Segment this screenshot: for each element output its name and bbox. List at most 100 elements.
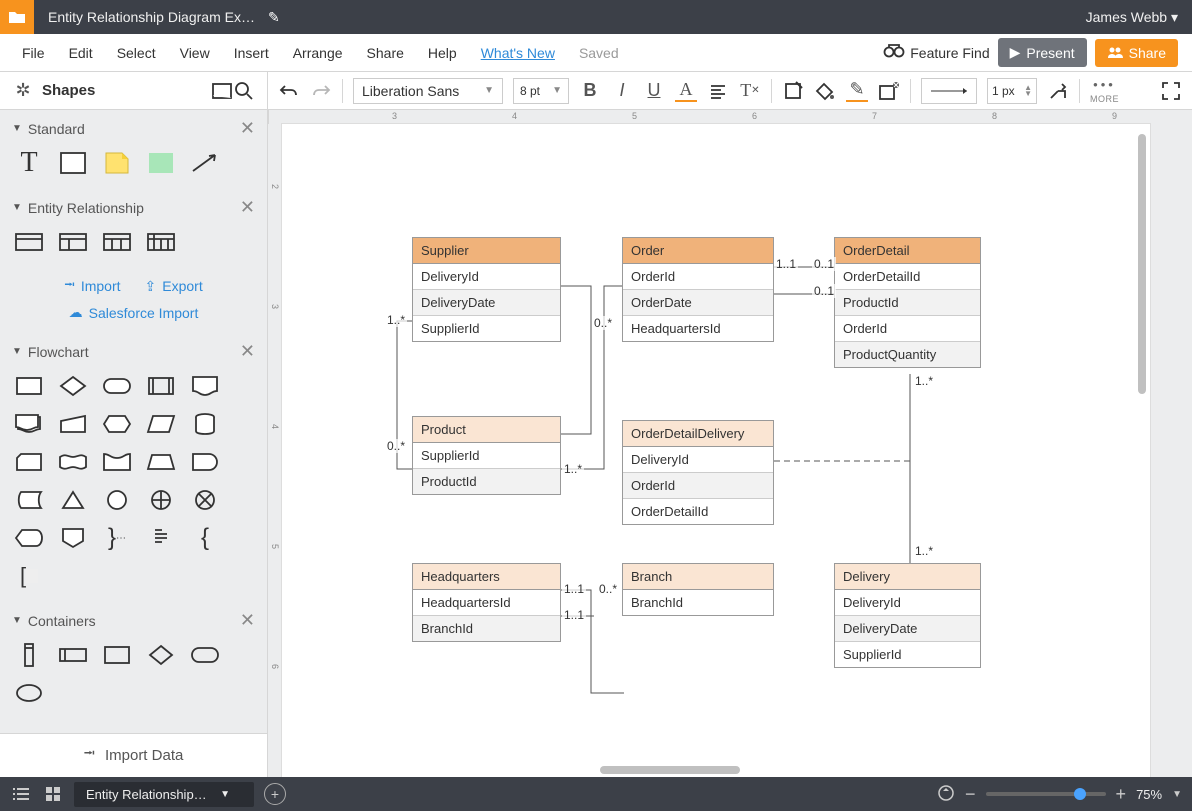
fc-input[interactable] — [58, 412, 88, 436]
cont-2[interactable] — [58, 643, 88, 667]
fc-terminator[interactable] — [102, 374, 132, 398]
canvas[interactable]: Supplier DeliveryId DeliveryDate Supplie… — [282, 124, 1150, 777]
gear-icon[interactable]: ✲ — [12, 80, 34, 102]
line-width-select[interactable]: 1 px▲▼ — [987, 78, 1037, 104]
entity-product[interactable]: Product SupplierId ProductId — [412, 416, 561, 495]
er-shape-1[interactable] — [14, 230, 44, 254]
fullscreen-icon[interactable] — [1160, 80, 1182, 102]
fc-card[interactable] — [14, 450, 44, 474]
close-icon[interactable]: ✕ — [240, 197, 255, 218]
fc-brace-r[interactable]: }⋯ — [102, 526, 132, 550]
er-shape-3[interactable] — [102, 230, 132, 254]
er-shape-2[interactable] — [58, 230, 88, 254]
menu-insert[interactable]: Insert — [226, 39, 277, 67]
menu-select[interactable]: Select — [109, 39, 164, 67]
zoom-in-icon[interactable]: + — [1116, 784, 1127, 805]
import-link[interactable]: ⭲Import — [64, 274, 120, 298]
image-icon[interactable] — [211, 80, 233, 102]
cont-6[interactable] — [14, 681, 44, 705]
fc-doc[interactable] — [190, 374, 220, 398]
fc-circle[interactable] — [102, 488, 132, 512]
close-icon[interactable]: ✕ — [240, 341, 255, 362]
font-family-select[interactable]: Liberation Sans▼ — [353, 78, 503, 104]
fc-note[interactable] — [146, 526, 176, 550]
close-icon[interactable]: ✕ — [240, 118, 255, 139]
more-button[interactable]: ••• MORE — [1090, 77, 1119, 104]
line-style-select[interactable] — [921, 78, 977, 104]
fc-offpage[interactable] — [58, 526, 88, 550]
cont-1[interactable] — [14, 643, 44, 667]
fc-diamond[interactable] — [58, 374, 88, 398]
undo-icon[interactable] — [278, 80, 300, 102]
text-shape[interactable]: T — [14, 151, 44, 175]
note-shape[interactable] — [102, 151, 132, 175]
zoom-slider[interactable] — [986, 792, 1106, 796]
menu-help[interactable]: Help — [420, 39, 465, 67]
fc-tape[interactable] — [58, 450, 88, 474]
fc-sumjunc[interactable] — [146, 488, 176, 512]
fc-stored[interactable] — [14, 488, 44, 512]
fc-brace-l[interactable]: { — [190, 526, 220, 550]
scrollbar-horizontal[interactable] — [300, 766, 1100, 774]
block-shape[interactable] — [146, 151, 176, 175]
connector-icon[interactable] — [1047, 80, 1069, 102]
entity-orderdetaildelivery[interactable]: OrderDetailDelivery DeliveryId OrderId O… — [622, 420, 774, 525]
menu-whats-new[interactable]: What's New — [473, 39, 563, 67]
cont-4[interactable] — [146, 643, 176, 667]
entity-headquarters[interactable]: Headquarters HeadquartersId BranchId — [412, 563, 561, 642]
fc-para[interactable] — [146, 412, 176, 436]
scrollbar-vertical[interactable] — [1138, 134, 1146, 769]
add-page-button[interactable]: + — [264, 783, 286, 805]
export-link[interactable]: ⇪Export — [145, 274, 203, 298]
text-color-icon[interactable]: A — [675, 80, 697, 102]
arrow-shape[interactable] — [190, 151, 220, 175]
fc-display[interactable] — [14, 526, 44, 550]
menu-arrange[interactable]: Arrange — [285, 39, 351, 67]
menu-edit[interactable]: Edit — [61, 39, 101, 67]
entity-branch[interactable]: Branch BranchId — [622, 563, 774, 616]
line-color-icon[interactable]: ✎ — [846, 80, 868, 102]
fill-icon[interactable] — [814, 80, 836, 102]
document-title[interactable]: Entity Relationship Diagram Exa… — [48, 9, 258, 25]
entity-delivery[interactable]: Delivery DeliveryId DeliveryDate Supplie… — [834, 563, 981, 668]
list-view-icon[interactable] — [10, 783, 32, 805]
entity-orderdetail[interactable]: OrderDetail OrderDetailId ProductId Orde… — [834, 237, 981, 368]
zoom-value[interactable]: 75% — [1136, 787, 1162, 802]
fc-or[interactable] — [190, 488, 220, 512]
menu-file[interactable]: File — [14, 39, 53, 67]
sync-icon[interactable] — [937, 784, 955, 805]
salesforce-link[interactable]: ☁Salesforce Import — [0, 304, 267, 333]
zoom-out-icon[interactable]: − — [965, 784, 976, 805]
close-icon[interactable]: ✕ — [240, 610, 255, 631]
menu-view[interactable]: View — [172, 39, 218, 67]
edit-title-icon[interactable]: ✎ — [268, 9, 280, 26]
feature-find-button[interactable]: Feature Find — [884, 44, 989, 61]
font-size-select[interactable]: 8 pt▼ — [513, 78, 569, 104]
er-shape-4[interactable] — [146, 230, 176, 254]
search-icon[interactable] — [233, 80, 255, 102]
italic-icon[interactable]: I — [611, 80, 633, 102]
fc-extract[interactable] — [58, 488, 88, 512]
page-tab[interactable]: Entity Relationship Dia…▼ — [74, 782, 254, 807]
panel-standard[interactable]: ▼Standard✕ — [0, 110, 267, 147]
fc-trap[interactable] — [146, 450, 176, 474]
fc-wave[interactable] — [102, 450, 132, 474]
shape-options-icon[interactable] — [878, 80, 900, 102]
user-menu[interactable]: James Webb ▾ — [1086, 9, 1178, 26]
fc-hex[interactable] — [102, 412, 132, 436]
clear-format-icon[interactable]: T✕ — [739, 80, 761, 102]
fc-rect[interactable] — [14, 374, 44, 398]
panel-containers[interactable]: ▼Containers✕ — [0, 602, 267, 639]
shape-border-icon[interactable] — [782, 80, 804, 102]
import-data-button[interactable]: ⭲ Import Data — [0, 733, 267, 777]
grid-view-icon[interactable] — [42, 783, 64, 805]
present-button[interactable]: ▶ Present — [998, 38, 1087, 67]
rect-shape[interactable] — [58, 151, 88, 175]
share-button[interactable]: Share — [1095, 39, 1178, 67]
panel-flowchart[interactable]: ▼Flowchart✕ — [0, 333, 267, 370]
fc-delay[interactable] — [190, 450, 220, 474]
entity-supplier[interactable]: Supplier DeliveryId DeliveryDate Supplie… — [412, 237, 561, 342]
fc-predef[interactable] — [146, 374, 176, 398]
redo-icon[interactable] — [310, 80, 332, 102]
bold-icon[interactable]: B — [579, 80, 601, 102]
